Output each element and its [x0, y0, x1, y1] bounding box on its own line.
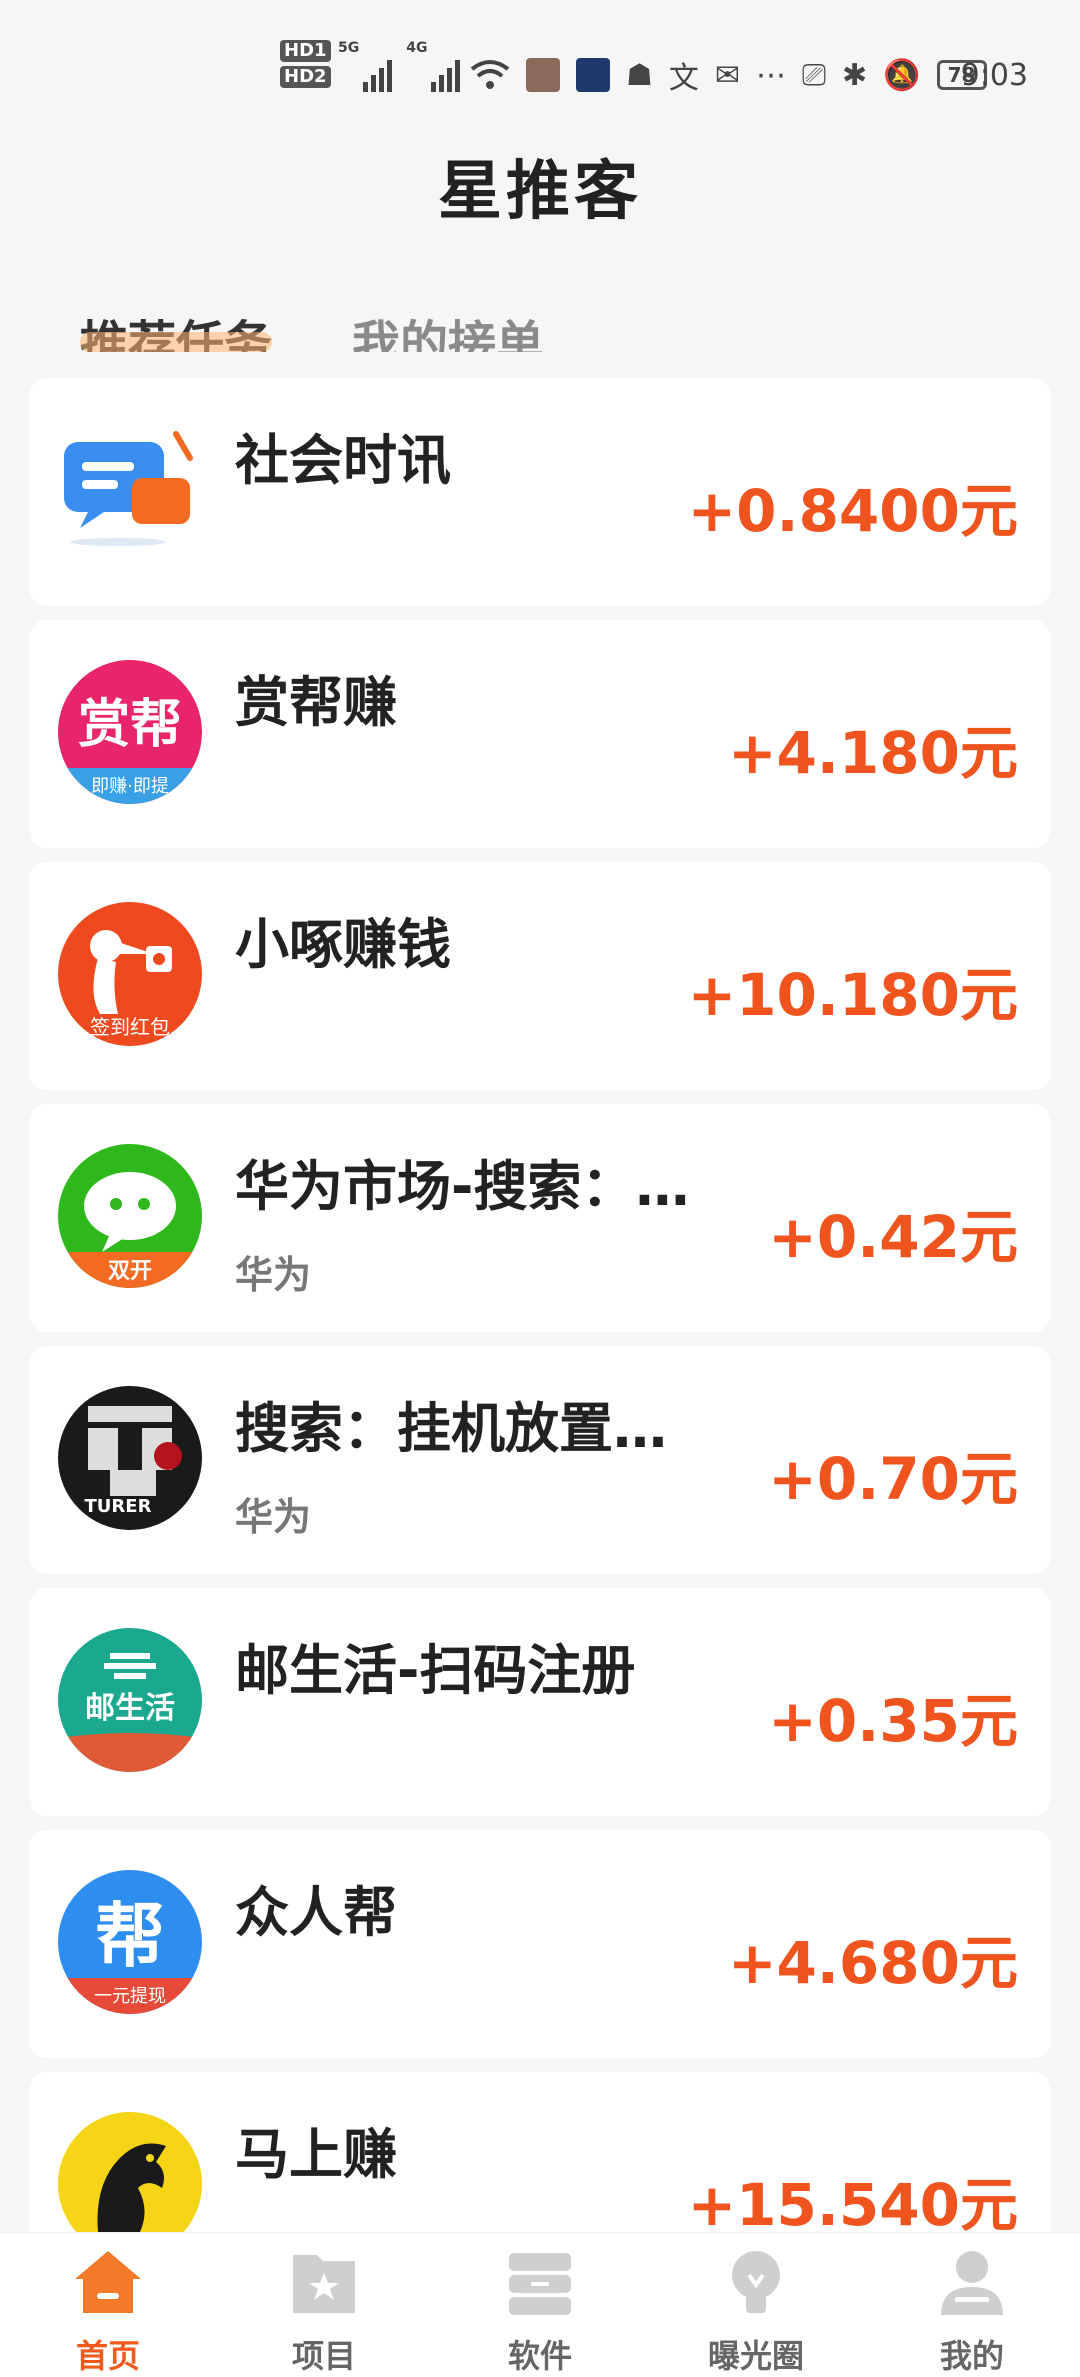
task-reward: +0.70元 — [768, 1445, 1018, 1513]
bluetooth-icon: ✱ — [842, 57, 868, 93]
zhongrenbang-logo-icon: 帮 一元提现 — [58, 1870, 202, 2014]
task-card[interactable]: 签到红包 小啄赚钱 +10.180元 — [30, 862, 1050, 1090]
icon-text: 赏帮 — [78, 695, 182, 755]
qq-icon: ☗ — [626, 57, 653, 93]
icon-caption: 即赚·即提 — [91, 776, 169, 797]
mute-icon: 🔕 — [883, 57, 921, 93]
lightbulb-icon — [732, 2251, 780, 2313]
signal-bars-icon — [363, 58, 393, 92]
bottom-nav: 首页 项目 软件 曝光圈 我的 — [0, 2232, 1080, 2377]
icon-text: 帮 — [95, 1895, 165, 1977]
task-name: 搜索：挂机放置… — [235, 1397, 667, 1460]
cast-icon: ⎚ — [802, 57, 827, 93]
task-reward: +4.680元 — [727, 1929, 1018, 1997]
text-app-icon: 文 — [668, 61, 699, 96]
task-reward: +15.540元 — [687, 2171, 1018, 2232]
task-card[interactable]: 马上赚 +15.540元 — [30, 2072, 1050, 2232]
icon-caption: 双开 — [108, 1259, 152, 1284]
wechat-icon: ✉ — [714, 57, 741, 93]
clock: 9:03 — [960, 57, 1028, 93]
task-name: 小啄赚钱 — [235, 913, 451, 976]
icon-caption: 一元提现 — [94, 1986, 166, 2007]
task-name: 社会时讯 — [235, 429, 451, 492]
game-logo-icon: TURER — [58, 1386, 202, 1530]
task-name: 众人帮 — [235, 1881, 397, 1944]
postal-life-logo-icon: 邮生活 — [58, 1628, 202, 1772]
nav-label: 项目 — [291, 2337, 356, 2375]
status-bar: HD1 HD2 5G 4G ☗ 文 ✉ ⋯ ⎚ ✱ 🔕 78 9:03 — [0, 0, 1080, 130]
task-reward: +4.180元 — [727, 719, 1018, 787]
task-reward: +0.35元 — [768, 1687, 1018, 1755]
task-card[interactable]: 邮生活 邮生活-扫码注册 +0.35元 — [30, 1588, 1050, 1816]
home-icon — [75, 2251, 141, 2313]
nav-label: 软件 — [507, 2337, 572, 2375]
nav-home[interactable]: 首页 — [28, 2245, 188, 2377]
nav-projects[interactable]: 项目 — [244, 2245, 404, 2377]
app-avatar-icon — [576, 58, 610, 92]
task-reward: +10.180元 — [687, 961, 1018, 1029]
task-reward: +0.8400元 — [687, 477, 1018, 545]
hd-indicators: HD1 HD2 — [280, 40, 331, 110]
network-5g-label: 5G — [338, 40, 360, 56]
person-icon — [941, 2251, 1003, 2315]
task-card[interactable]: 赏帮 即赚·即提 赏帮赚 +4.180元 — [30, 620, 1050, 848]
task-card[interactable]: TURER 搜索：挂机放置… 华为 +0.70元 — [30, 1346, 1050, 1574]
nav-mine[interactable]: 我的 — [892, 2245, 1052, 2377]
task-name: 邮生活-扫码注册 — [235, 1639, 636, 1702]
nav-exposure[interactable]: 曝光圈 — [676, 2245, 836, 2377]
task-card[interactable]: 社会时讯 +0.8400元 — [30, 378, 1050, 606]
wifi-icon — [470, 60, 510, 89]
task-name: 华为市场-搜索：… — [235, 1155, 690, 1218]
folder-star-icon — [293, 2255, 355, 2313]
page-title: 星推客 — [438, 155, 642, 229]
tab-my-orders[interactable]: 我的接单 — [352, 300, 544, 352]
chat-bubble-icon — [58, 418, 202, 562]
horse-logo-icon — [58, 2112, 202, 2232]
more-icon: ⋯ — [756, 57, 787, 93]
task-reward: +0.42元 — [768, 1203, 1018, 1271]
nav-label: 首页 — [75, 2337, 140, 2375]
task-platform: 华为 — [235, 1253, 312, 1297]
task-name: 马上赚 — [235, 2123, 397, 2186]
icon-caption: TURER — [85, 1496, 152, 1517]
signal-indicators: 5G 4G — [338, 40, 461, 110]
tab-recommended[interactable]: 推荐任务 — [80, 300, 273, 352]
hd1-badge: HD1 — [280, 40, 331, 62]
nav-software[interactable]: 软件 — [460, 2245, 620, 2377]
task-list: 社会时讯 +0.8400元 赏帮 即赚·即提 赏帮赚 +4.180元 签到红包 — [30, 378, 1050, 2232]
task-name: 赏帮赚 — [235, 671, 397, 734]
nav-label: 我的 — [939, 2337, 1004, 2375]
woodpecker-logo-icon: 签到红包 — [58, 902, 202, 1046]
icon-caption: 签到红包 — [90, 1015, 170, 1039]
icon-text: 邮生活 — [85, 1691, 175, 1726]
network-4g-label: 4G — [406, 40, 428, 56]
notification-icons: ☗ 文 ✉ ⋯ ⎚ ✱ 🔕 78 — [470, 40, 987, 110]
wechat-dual-logo-icon: 双开 — [58, 1144, 202, 1288]
nav-label: 曝光圈 — [707, 2337, 804, 2375]
signal-bars-icon — [431, 58, 461, 92]
drawer-icon — [509, 2253, 571, 2315]
app-avatar-icon — [526, 58, 560, 92]
hd2-badge: HD2 — [280, 66, 331, 88]
task-tabs: 推荐任务 我的接单 — [80, 300, 544, 352]
task-card[interactable]: 双开 华为市场-搜索：… 华为 +0.42元 — [30, 1104, 1050, 1332]
shangbang-logo-icon: 赏帮 即赚·即提 — [58, 660, 202, 804]
task-card[interactable]: 帮 一元提现 众人帮 +4.680元 — [30, 1830, 1050, 2058]
task-platform: 华为 — [235, 1495, 312, 1539]
